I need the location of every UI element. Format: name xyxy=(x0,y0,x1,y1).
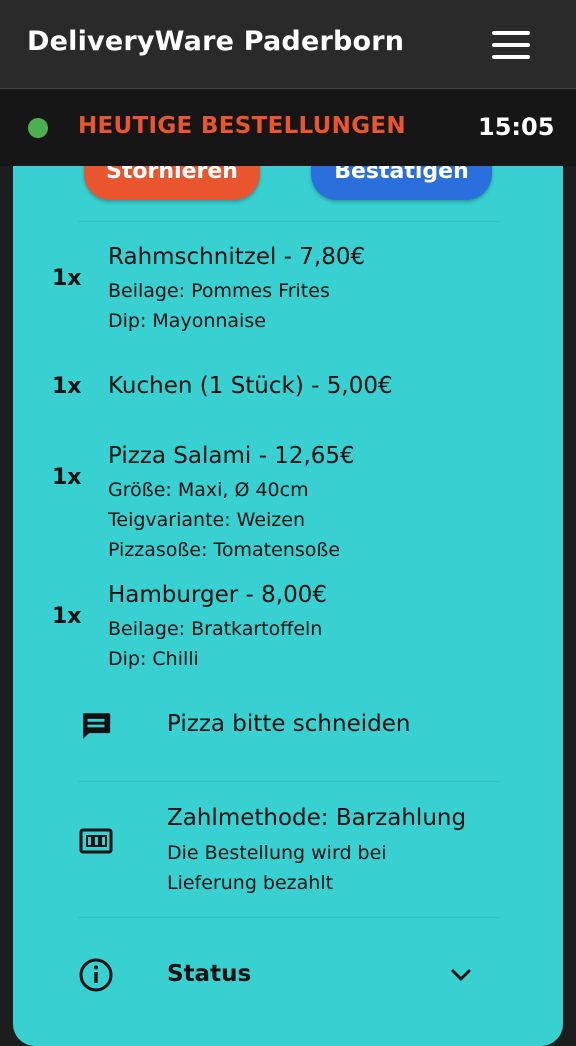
hamburger-menu-icon[interactable] xyxy=(488,27,534,63)
divider xyxy=(78,917,500,918)
payment-note: Lieferung bezahlt xyxy=(167,872,334,894)
item-detail: Beilage: Pommes Frites xyxy=(108,280,330,302)
item-title: Hamburger - 8,00€ xyxy=(108,582,327,608)
online-status-indicator xyxy=(28,118,48,138)
item-detail: Beilage: Bratkartoffeln xyxy=(108,618,323,640)
item-quantity: 1x xyxy=(52,604,82,629)
item-title: Pizza Salami - 12,65€ xyxy=(108,443,355,469)
divider xyxy=(78,221,500,222)
item-detail: Größe: Maxi, Ø 40cm xyxy=(108,479,309,501)
order-card: Stornieren Bestätigen 1x Rahmschnitzel -… xyxy=(13,166,563,1046)
item-detail: Dip: Chilli xyxy=(108,648,199,670)
divider xyxy=(78,781,500,782)
item-detail: Pizzasoße: Tomatensoße xyxy=(108,539,341,561)
order-comment: Pizza bitte schneiden xyxy=(167,711,411,737)
section-title: HEUTIGE BESTELLUNGEN xyxy=(78,113,406,139)
item-quantity: 1x xyxy=(52,374,82,399)
cash-icon xyxy=(79,827,113,859)
payment-method: Zahlmethode: Barzahlung xyxy=(167,805,467,831)
status-toggle[interactable]: Status xyxy=(167,961,251,987)
item-title: Kuchen (1 Stück) - 5,00€ xyxy=(108,373,393,399)
item-detail: Dip: Mayonnaise xyxy=(108,310,266,332)
cancel-order-button[interactable]: Stornieren xyxy=(84,166,260,200)
item-quantity: 1x xyxy=(52,266,82,291)
current-time: 15:05 xyxy=(478,113,555,141)
info-icon xyxy=(78,957,114,997)
item-quantity: 1x xyxy=(52,465,82,490)
item-detail: Teigvariante: Weizen xyxy=(108,509,305,531)
comment-icon xyxy=(79,709,113,747)
confirm-order-button[interactable]: Bestätigen xyxy=(311,166,492,200)
item-title: Rahmschnitzel - 7,80€ xyxy=(108,244,366,270)
app-header: DeliveryWare Paderborn xyxy=(0,0,576,89)
app-title: DeliveryWare Paderborn xyxy=(27,26,405,57)
chevron-down-icon[interactable] xyxy=(449,965,473,989)
payment-note: Die Bestellung wird bei xyxy=(167,842,387,864)
